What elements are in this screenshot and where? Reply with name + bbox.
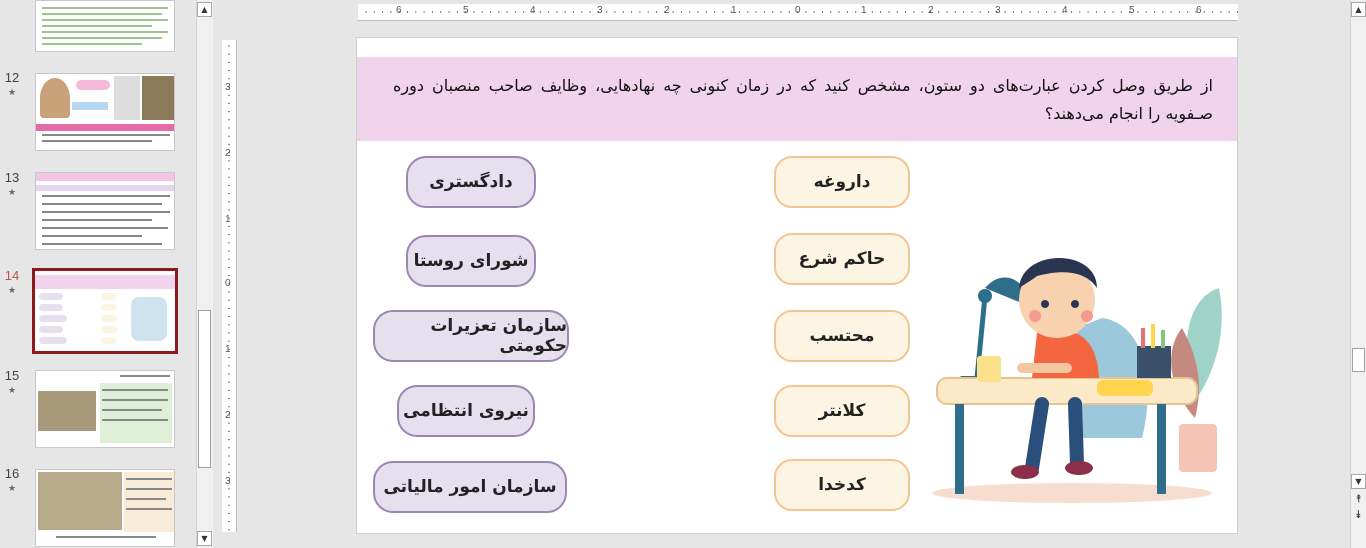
scroll-down-button[interactable]: ▼	[1351, 474, 1366, 489]
star-icon: ★	[8, 386, 17, 396]
slide-thumbnail-pane: 12 ★ 13 ★ 14 ★ 15 ★ 16 ★	[0, 0, 196, 548]
scrollbar-thumb[interactable]	[198, 310, 211, 468]
ruler-label: 0	[225, 278, 231, 289]
ruler-label: 2	[225, 148, 231, 159]
ruler-label: 1	[731, 5, 737, 16]
ruler-label: 1	[861, 5, 867, 16]
match-item-label: داروغه	[813, 172, 871, 192]
slide-number: 16	[4, 466, 20, 481]
match-item-left[interactable]: دادگستری	[406, 156, 536, 208]
slide-thumbnail[interactable]	[35, 0, 175, 52]
star-icon: ★	[8, 484, 17, 494]
slide-canvas[interactable]: از طریق وصل کردن عبارت‌های دو ستون، مشخص…	[357, 38, 1237, 533]
double-chevron-up-icon: ⯭	[1355, 492, 1362, 505]
ruler-label: 6	[1196, 5, 1202, 16]
slide-thumbnail[interactable]	[35, 370, 175, 448]
double-chevron-down-icon: ⯯	[1355, 508, 1362, 521]
next-slide-button[interactable]: ⯯	[1351, 508, 1366, 522]
match-item-left[interactable]: شورای روستا	[406, 235, 536, 287]
match-item-label: محتسب	[809, 326, 875, 346]
ruler-label: 2	[664, 5, 670, 16]
ruler-label: 2	[928, 5, 934, 16]
ruler-label: 5	[463, 5, 469, 16]
slide-number: 15	[4, 368, 20, 383]
match-item-left[interactable]: نیروی انتظامی	[397, 385, 535, 437]
match-item-label: شورای روستا	[413, 251, 529, 271]
match-item-label: حاکم شرع	[798, 249, 886, 269]
thumbnail-scrollbar[interactable]: ▲ ▼	[196, 0, 213, 548]
ruler-label: 3	[225, 82, 231, 93]
scrollbar-thumb[interactable]	[1352, 348, 1365, 372]
match-item-right[interactable]: محتسب	[774, 310, 910, 362]
slide-number: 12	[4, 70, 20, 85]
star-icon: ★	[8, 286, 17, 296]
match-item-label: نیروی انتظامی	[403, 401, 529, 421]
scroll-up-button[interactable]: ▲	[197, 2, 212, 17]
slide-thumbnail[interactable]	[35, 469, 175, 547]
chevron-up-icon: ▲	[201, 5, 208, 14]
match-item-right[interactable]: حاکم شرع	[774, 233, 910, 285]
ruler-label: 0	[795, 5, 801, 16]
star-icon: ★	[8, 88, 17, 98]
match-item-label: سازمان امور مالیاتی	[383, 477, 557, 497]
slide-editor: 6 5 4 3 2 1 0 1 2 3 4 5 6 3 2 1 0 1 2 3 …	[216, 0, 1350, 548]
previous-slide-button[interactable]: ⯭	[1351, 492, 1366, 506]
slide-number: 13	[4, 170, 20, 185]
chevron-down-icon: ▼	[201, 534, 208, 543]
match-item-left[interactable]: سازمان تعزیرات حکومتی	[373, 310, 569, 362]
ruler-label: 1	[225, 344, 231, 355]
ruler-label: 3	[995, 5, 1001, 16]
slide-thumbnail[interactable]	[35, 73, 175, 151]
vertical-ruler: 3 2 1 0 1 2 3	[222, 40, 237, 532]
ruler-label: 6	[396, 5, 402, 16]
star-icon: ★	[8, 188, 17, 198]
slide-thumbnail[interactable]	[35, 172, 175, 250]
boy-studying-illustration[interactable]	[927, 228, 1227, 503]
editor-scrollbar[interactable]: ▲ ▼ ⯭ ⯯	[1350, 0, 1366, 548]
ruler-label: 3	[225, 476, 231, 487]
question-text[interactable]: از طریق وصل کردن عبارت‌های دو ستون، مشخص…	[393, 72, 1213, 128]
ruler-label: 5	[1129, 5, 1135, 16]
horizontal-ruler: 6 5 4 3 2 1 0 1 2 3 4 5 6	[358, 4, 1238, 21]
match-item-label: دادگستری	[429, 172, 513, 192]
match-item-label: کدخدا	[818, 475, 866, 495]
match-item-right[interactable]: کلانتر	[774, 385, 910, 437]
question-banner: از طریق وصل کردن عبارت‌های دو ستون، مشخص…	[357, 57, 1237, 141]
ruler-label: 4	[530, 5, 536, 16]
match-item-label: کلانتر	[818, 401, 866, 421]
slide-number: 14	[4, 268, 20, 283]
match-item-left[interactable]: سازمان امور مالیاتی	[373, 461, 567, 513]
ruler-label: 3	[597, 5, 603, 16]
scroll-up-button[interactable]: ▲	[1351, 2, 1366, 17]
scroll-down-button[interactable]: ▼	[197, 531, 212, 546]
match-item-right[interactable]: کدخدا	[774, 459, 910, 511]
match-item-right[interactable]: داروغه	[774, 156, 910, 208]
ruler-label: 2	[225, 410, 231, 421]
chevron-down-icon: ▼	[1355, 477, 1362, 486]
chevron-up-icon: ▲	[1355, 5, 1362, 14]
ruler-label: 1	[225, 214, 231, 225]
match-item-label: سازمان تعزیرات حکومتی	[430, 316, 567, 356]
ruler-label: 4	[1062, 5, 1068, 16]
slide-thumbnail-selected[interactable]	[32, 268, 178, 354]
